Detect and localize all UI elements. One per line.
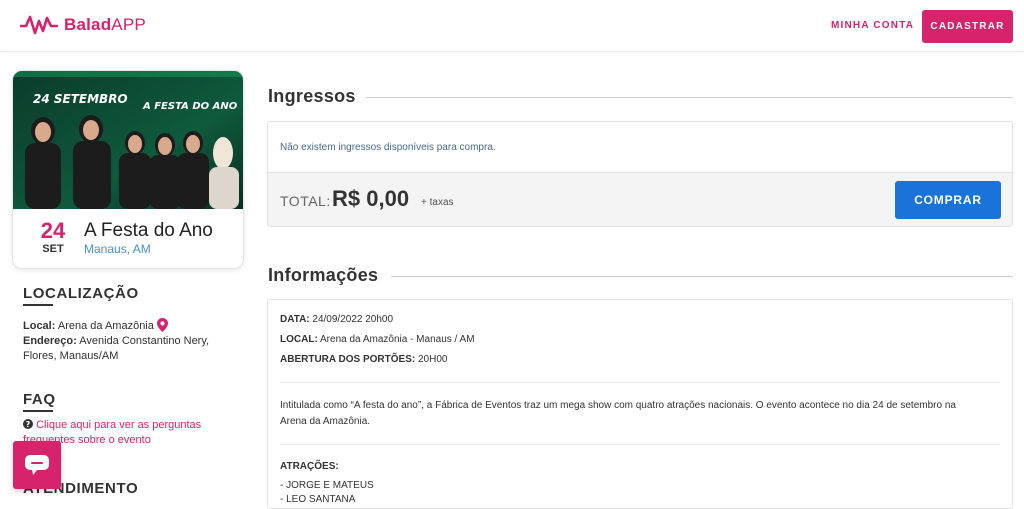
event-name[interactable]: A Festa do Ano — [84, 220, 213, 242]
top-navbar: BaladAPP MINHA CONTA CADASTRAR — [0, 0, 1024, 52]
question-icon: ? — [23, 419, 33, 429]
location-heading: LOCALIZAÇÃO — [23, 285, 139, 302]
attraction-item: - JORGE E MATEUS — [280, 480, 374, 491]
event-banner-image: 24 SETEMBRO A FESTA DO ANO — [13, 71, 243, 209]
buy-button[interactable]: COMPRAR — [895, 181, 1001, 219]
location-pin-icon[interactable] — [156, 318, 168, 332]
attractions-label: ATRAÇÕES: — [280, 461, 339, 472]
event-month: SET — [42, 243, 64, 255]
total-label: TOTAL: — [280, 193, 331, 209]
info-title-rule — [391, 276, 1013, 277]
svg-text:?: ? — [26, 420, 31, 429]
signup-button[interactable]: CADASTRAR — [922, 10, 1013, 43]
tickets-title: Ingressos — [268, 86, 356, 106]
info-date: DATA: 24/09/2022 20h00 — [280, 314, 394, 325]
tax-note: + taxas — [421, 197, 454, 208]
total-value: R$ 0,00 — [332, 186, 410, 211]
tickets-panel: Não existem ingressos disponíveis para c… — [267, 121, 1013, 227]
event-city: Manaus, AM — [84, 242, 151, 256]
info-local: LOCAL: Arena da Amazônia - Manaus / AM — [280, 334, 475, 345]
event-day: 24 — [40, 218, 66, 243]
location-details: Local: Arena da Amazônia Endereço: Aveni… — [23, 318, 210, 362]
chat-button[interactable] — [13, 441, 61, 489]
logo-wave-icon — [20, 15, 58, 35]
info-divider — [280, 382, 1000, 383]
baladapp-logo[interactable]: BaladAPP — [20, 14, 146, 36]
info-description: Intitulada como “A festa do ano”, a Fábr… — [280, 400, 956, 427]
info-divider — [280, 444, 1000, 445]
info-panel: DATA: 24/09/2022 20h00 LOCAL: Arena da A… — [267, 299, 1013, 509]
faq-heading: FAQ — [23, 391, 56, 408]
info-title: Informações — [268, 265, 379, 285]
logo-text: BaladAPP — [64, 15, 146, 34]
location-underline — [23, 304, 53, 306]
event-card: 24 SETEMBRO A FESTA DO ANO 24 SET A Fest… — [12, 70, 244, 269]
faq-underline — [23, 410, 53, 412]
svg-text:24 SETEMBRO: 24 SETEMBRO — [33, 92, 128, 106]
chat-icon — [25, 455, 49, 475]
tickets-title-rule — [366, 97, 1013, 98]
attraction-item: - LEO SANTANA — [280, 494, 356, 505]
total-bar: TOTAL: R$ 0,00 + taxas COMPRAR — [268, 172, 1012, 226]
no-tickets-message: Não existem ingressos disponíveis para c… — [280, 142, 496, 153]
my-account-link[interactable]: MINHA CONTA — [831, 20, 914, 31]
svg-text:A FESTA DO ANO: A FESTA DO ANO — [142, 101, 238, 112]
info-gates: ABERTURA DOS PORTÕES: 20H00 — [280, 354, 448, 365]
